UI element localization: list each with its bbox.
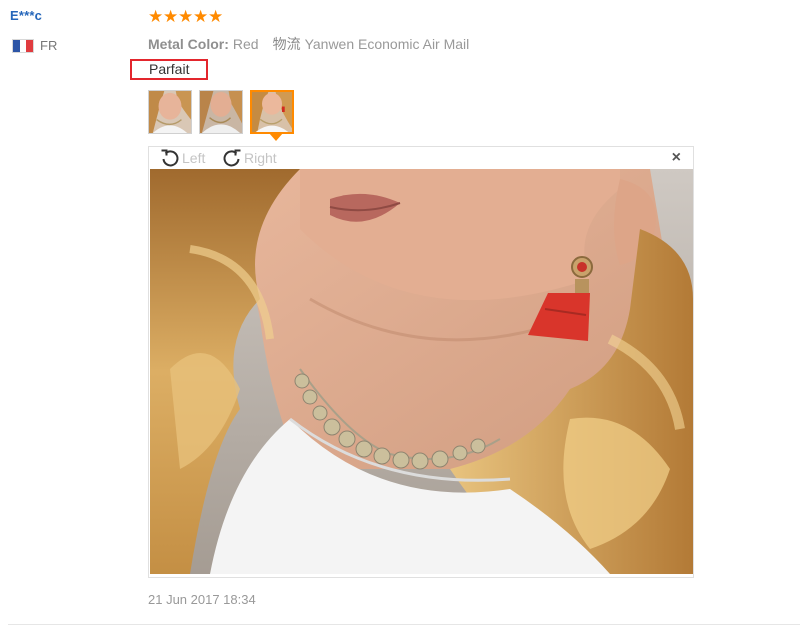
review-photo-large (150, 169, 693, 574)
star-icon: ★ (193, 7, 208, 26)
rotate-left-button[interactable]: Left (159, 147, 205, 169)
review-photo-thumb-1[interactable] (148, 90, 192, 134)
divider (8, 624, 800, 625)
review-photo-thumb-3[interactable] (250, 90, 294, 134)
metal-color-value: Red (232, 36, 259, 52)
rotate-left-label: Left (182, 150, 206, 166)
star-icon: ★ (163, 7, 178, 26)
photo-viewer: Left Right × (148, 146, 694, 578)
shipping-label: 物流 (272, 36, 301, 52)
review-date: 21 Jun 2017 18:34 (148, 592, 256, 607)
rotate-right-button[interactable]: Right (221, 147, 277, 169)
rotate-left-icon (161, 149, 179, 167)
france-flag-icon (12, 38, 34, 53)
reviewer-country: FR (12, 38, 57, 53)
star-icon: ★ (208, 7, 223, 26)
close-icon[interactable]: × (672, 149, 681, 167)
rotate-right-label: Right (244, 150, 277, 166)
active-thumb-indicator (269, 133, 283, 141)
review-entry: E***c FR ★ ★ ★ ★ ★ Metal Color: Red 物流 Yanw… (0, 0, 800, 627)
rotate-right-icon (223, 149, 241, 167)
star-icon: ★ (148, 7, 163, 26)
review-photo-thumbnails (148, 90, 294, 134)
reviewer-name[interactable]: E***c (10, 8, 42, 23)
feedback-text: Parfait (130, 59, 208, 80)
star-icon: ★ (178, 7, 193, 26)
metal-color-label: Metal Color: (148, 36, 229, 52)
viewer-toolbar: Left Right × (149, 147, 693, 169)
star-rating: ★ ★ ★ ★ ★ (148, 8, 223, 25)
country-code: FR (40, 38, 58, 53)
review-photo-thumb-2[interactable] (199, 90, 243, 134)
order-info: Metal Color: Red 物流 Yanwen Economic Air Mai… (148, 34, 469, 54)
shipping-method: Yanwen Economic Air Mail (304, 36, 470, 52)
